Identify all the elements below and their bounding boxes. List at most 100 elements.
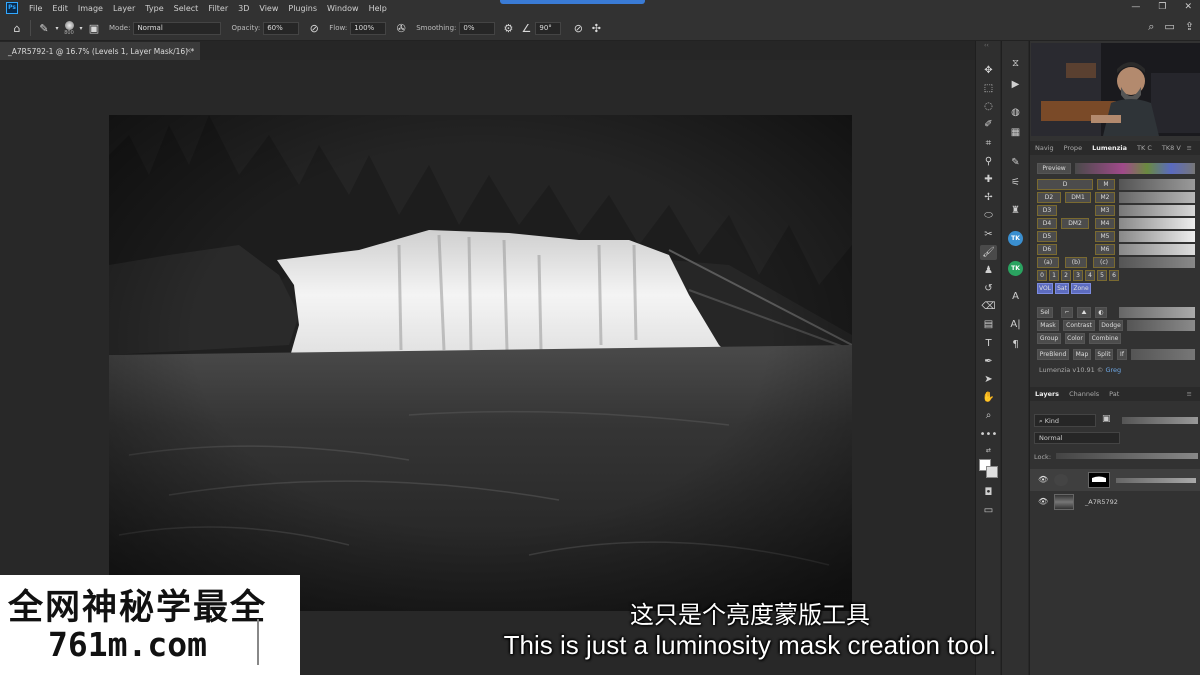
lock-options-bar[interactable] <box>1056 453 1198 459</box>
color-range-bar[interactable] <box>1075 163 1195 174</box>
pressure-opacity-icon[interactable]: ⊘ <box>305 19 323 37</box>
lz-d6-button[interactable]: D6 <box>1037 244 1057 255</box>
waterfall-photo[interactable] <box>109 115 852 611</box>
layer-filter-kind[interactable]: ⌕ Kind <box>1034 414 1096 427</box>
hand-tool-icon[interactable]: ✋ <box>980 390 997 405</box>
workspace-icon[interactable]: ▭ <box>1164 20 1174 34</box>
smoothing-field[interactable]: 0% <box>459 21 496 35</box>
collapse-icon[interactable]: ‹‹ <box>984 42 989 49</box>
pen-tool-icon[interactable]: ✒ <box>980 354 997 369</box>
patch-tool-icon[interactable]: ⬭ <box>980 208 997 223</box>
lz-l6-bar[interactable] <box>1119 244 1195 255</box>
tab-navigator[interactable]: Navig <box>1030 144 1059 152</box>
layer-mask-thumbnail[interactable] <box>1088 472 1110 488</box>
lz-zone-c-button[interactable]: (c) <box>1093 257 1115 268</box>
filter-toggle-bar[interactable] <box>1122 417 1198 424</box>
lz-group-button[interactable]: Group <box>1037 333 1061 344</box>
lz-d2-button[interactable]: D2 <box>1037 192 1061 203</box>
lz-zone-6-button[interactable]: 6 <box>1109 270 1119 281</box>
lz-mask-button[interactable]: Mask <box>1037 320 1059 331</box>
menu-plugins[interactable]: Plugins <box>283 4 322 13</box>
history-brush-tool-icon[interactable]: ↺ <box>980 281 997 296</box>
tab-channels[interactable]: Channels <box>1064 390 1104 398</box>
minimize-icon[interactable]: — <box>1131 2 1140 12</box>
lz-combine-button[interactable]: Combine <box>1089 333 1121 344</box>
layer-row-levels[interactable]: 👁 <box>1030 469 1200 491</box>
brush-tool-icon[interactable]: 🖌 <box>980 245 997 260</box>
opacity-field[interactable]: 60% <box>263 21 300 35</box>
path-select-tool-icon[interactable]: ➤ <box>980 372 997 387</box>
lz-bracket-icon[interactable]: ⌐ <box>1061 307 1073 318</box>
menu-window[interactable]: Window <box>322 4 364 13</box>
tk-rapid-mask-icon[interactable]: TK <box>1007 261 1024 276</box>
menu-edit[interactable]: Edit <box>47 4 73 13</box>
lz-zone-button[interactable]: Zone <box>1071 283 1091 294</box>
quick-select-tool-icon[interactable]: ✐ <box>980 117 997 132</box>
lz-dm1-button[interactable]: DM1 <box>1065 192 1091 203</box>
lz-m3-button[interactable]: M3 <box>1095 205 1115 216</box>
lz-m4-button[interactable]: M4 <box>1095 218 1115 229</box>
content-aware-move-icon[interactable]: ✂ <box>980 227 997 242</box>
brush-settings-panel-icon[interactable]: ✎ <box>1007 155 1024 170</box>
brush-tool-icon[interactable]: ✎ <box>35 19 53 37</box>
tab-layers[interactable]: Layers <box>1030 390 1064 398</box>
close-icon[interactable]: ✕ <box>1184 2 1192 12</box>
lz-mountain-icon[interactable]: ⛰ <box>1077 307 1091 318</box>
lz-half-icon[interactable]: ◐ <box>1095 307 1107 318</box>
menu-type[interactable]: Type <box>140 4 168 13</box>
filter-image-icon[interactable]: ▣ <box>1102 414 1111 424</box>
menu-file[interactable]: File <box>24 4 47 13</box>
lz-l2-bar[interactable] <box>1119 192 1195 203</box>
panel-menu-icon[interactable]: ≡ <box>1182 144 1197 152</box>
document-tab[interactable]: _A7R5792-1 @ 16.7% (Levels 1, Layer Mask… <box>0 42 200 60</box>
eraser-tool-icon[interactable]: ⌫ <box>980 299 997 314</box>
gradient-tool-icon[interactable]: ▤ <box>980 317 997 332</box>
more-tools-icon[interactable]: ••• <box>980 427 998 442</box>
layer-row-image[interactable]: 👁 _A7R5792 <box>1030 491 1200 513</box>
clone-stamp-tool-icon[interactable]: ♟ <box>980 263 997 278</box>
history-panel-icon[interactable]: ⧖ <box>1007 56 1024 71</box>
gear-icon[interactable]: ⚙ <box>499 19 517 37</box>
tab-lumenzia[interactable]: Lumenzia <box>1087 144 1132 152</box>
lz-map-button[interactable]: Map <box>1073 349 1091 360</box>
lz-d4-button[interactable]: D4 <box>1037 218 1057 229</box>
share-tab-indicator[interactable] <box>500 0 645 4</box>
restore-icon[interactable]: ❐ <box>1158 2 1166 12</box>
zoom-tool-icon[interactable]: ⌕ <box>980 408 997 423</box>
lz-zone-2-button[interactable]: 2 <box>1061 270 1071 281</box>
preview-button[interactable]: Preview <box>1037 163 1071 174</box>
lz-m5-button[interactable]: M5 <box>1095 231 1115 242</box>
share-icon[interactable]: ⇪ <box>1185 20 1194 34</box>
lz-sel-button[interactable]: Sel <box>1037 307 1053 318</box>
flow-field[interactable]: 100% <box>350 21 387 35</box>
airbrush-icon[interactable]: ✇ <box>392 19 410 37</box>
eyedropper-tool-icon[interactable]: ⚲ <box>980 154 997 169</box>
chevron-down-icon[interactable]: ▾ <box>77 19 85 37</box>
menu-image[interactable]: Image <box>73 4 108 13</box>
character-panel-icon[interactable]: A| <box>1007 317 1024 332</box>
clone-source-panel-icon[interactable]: ♜ <box>1007 203 1024 218</box>
lz-zone-b-button[interactable]: (b) <box>1065 257 1087 268</box>
actions-play-icon[interactable]: ▶ <box>1007 77 1024 92</box>
lz-zone-5-button[interactable]: 5 <box>1097 270 1107 281</box>
lz-preblend-bar[interactable] <box>1131 349 1195 360</box>
lz-preblend-button[interactable]: PreBlend <box>1037 349 1069 360</box>
lz-mask-bar[interactable] <box>1127 320 1195 331</box>
screen-mode-icon[interactable]: ▭ <box>980 503 997 518</box>
lz-zone-bar[interactable] <box>1119 257 1195 268</box>
eye-icon[interactable]: 👁 <box>1038 475 1048 484</box>
lz-zone-3-button[interactable]: 3 <box>1073 270 1083 281</box>
tab-properties[interactable]: Prope <box>1059 144 1087 152</box>
lz-zone-0-button[interactable]: 0 <box>1037 270 1047 281</box>
color-swatches[interactable] <box>979 459 999 479</box>
menu-help[interactable]: Help <box>364 4 392 13</box>
paragraph-panel-icon[interactable]: ¶ <box>1007 337 1024 352</box>
lasso-tool-icon[interactable]: ◌ <box>980 99 997 114</box>
menu-filter[interactable]: Filter <box>203 4 233 13</box>
lz-d3-button[interactable]: D3 <box>1037 205 1057 216</box>
lz-zone-a-button[interactable]: (a) <box>1037 257 1059 268</box>
move-tool-icon[interactable]: ✥ <box>980 63 997 78</box>
lz-contrast-button[interactable]: Contrast <box>1063 320 1095 331</box>
search-icon[interactable]: ⌕ <box>1148 20 1154 34</box>
lz-sel-bar[interactable] <box>1119 307 1195 318</box>
